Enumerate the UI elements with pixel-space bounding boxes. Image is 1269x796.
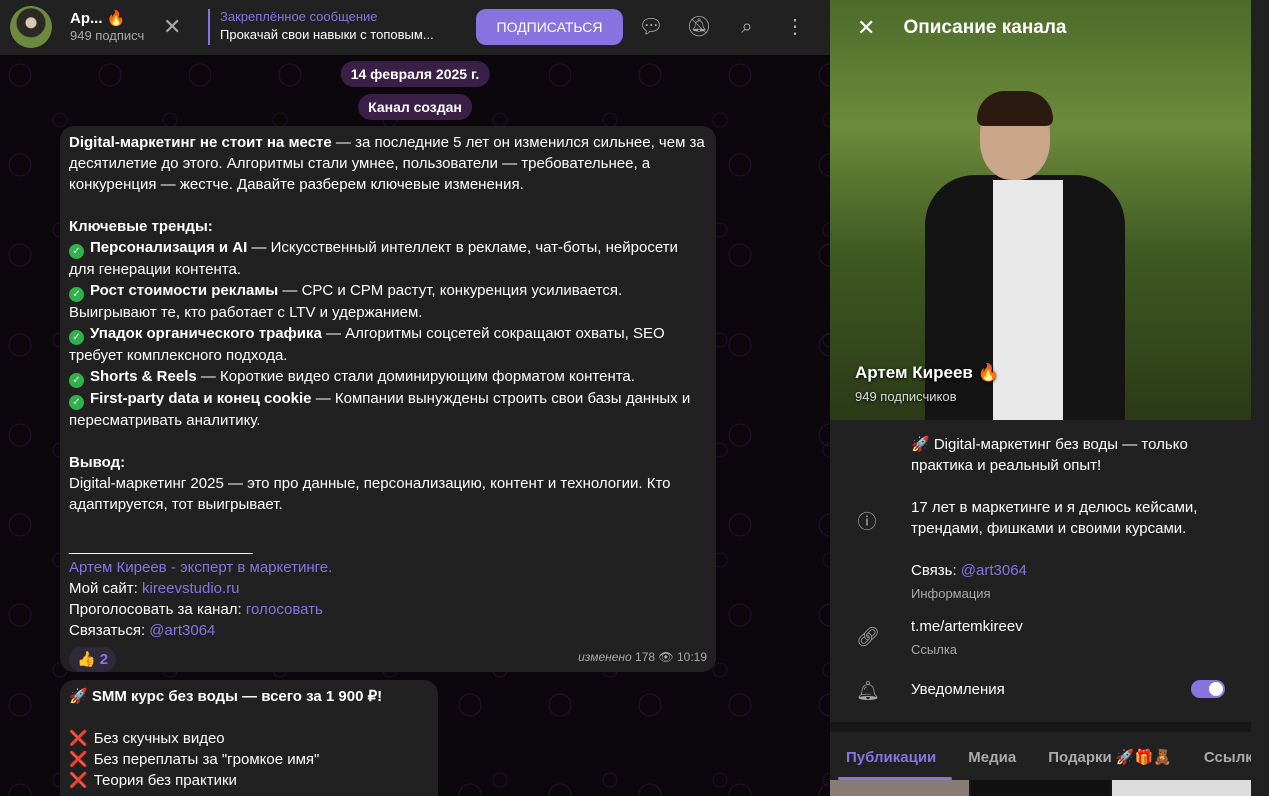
- author-link[interactable]: Артем Киреев - эксперт в маркетинге.: [69, 559, 332, 576]
- search-icon[interactable]: ⌕: [734, 14, 760, 40]
- cross-icon: ❌: [69, 751, 88, 768]
- message-bubble: Digital-маркетинг не стоит на месте — за…: [60, 126, 716, 672]
- pinned-message[interactable]: Закреплённое сообщение Прокачай свои нав…: [208, 9, 434, 45]
- tab-links[interactable]: Ссылки: [1188, 732, 1251, 780]
- channel-photo[interactable]: Артем Киреев 🔥 949 подписчиков: [830, 0, 1251, 420]
- bell-icon: 🔔︎: [856, 681, 881, 702]
- cross-icon: ❌: [69, 772, 88, 789]
- vote-link[interactable]: голосовать: [246, 601, 323, 618]
- media-thumb[interactable]: [1112, 780, 1251, 796]
- service-message: Канал создан: [358, 94, 472, 120]
- comments-icon[interactable]: 💬︎: [638, 14, 664, 40]
- date-pill: 14 февраля 2025 г.: [340, 61, 490, 87]
- media-tabs: Публикации Медиа Подарки 🚀🎁🧸 Ссылки: [830, 732, 1251, 780]
- channel-name[interactable]: Ар... 🔥: [70, 9, 125, 27]
- media-thumb[interactable]: [971, 780, 1110, 796]
- more-icon[interactable]: ⋮: [782, 14, 808, 40]
- bell-off-icon[interactable]: 🔕︎: [686, 14, 712, 40]
- info-icon: ⓘ: [857, 512, 877, 533]
- tab-publications[interactable]: Публикации: [830, 732, 953, 780]
- link-icon: 🔗︎: [856, 627, 881, 648]
- tab-gifts[interactable]: Подарки 🚀🎁🧸: [1032, 732, 1188, 780]
- eye-icon: 👁︎: [658, 650, 674, 664]
- check-icon: ✓: [69, 287, 84, 302]
- cross-icon: ❌: [69, 730, 88, 747]
- avatar[interactable]: [10, 6, 52, 48]
- subscriber-count: 949 подписч: [70, 28, 145, 43]
- trend-item: ✓ Рост стоимости рекламы — CPC и CPM раст…: [69, 282, 623, 321]
- channel-info-panel: Артем Киреев 🔥 949 подписчиков ✕ Описани…: [830, 0, 1251, 796]
- panel-title: Описание канала: [903, 16, 1067, 38]
- channel-link[interactable]: t.me/artemkireev: [911, 616, 1023, 637]
- contact-link[interactable]: @art3064: [961, 562, 1027, 579]
- chat-area: Ар... 🔥 949 подписч ✕ Закреплённое сообщ…: [0, 0, 830, 796]
- subscribe-button[interactable]: ПОДПИСАТЬСЯ: [476, 9, 623, 45]
- close-icon[interactable]: ✕: [857, 15, 875, 41]
- channel-title: Артем Киреев 🔥: [855, 363, 999, 382]
- trend-item: ✓ Shorts & Reels — Короткие видео стали д…: [69, 366, 707, 388]
- media-thumb[interactable]: [830, 780, 969, 796]
- chat-header: Ар... 🔥 949 подписч ✕ Закреплённое сообщ…: [0, 0, 830, 55]
- trend-item: ✓ Персонализация и AI — Искусственный инт…: [69, 239, 678, 278]
- message-meta: изменено 178 👁︎ 10:19: [578, 650, 707, 664]
- check-icon: ✓: [69, 395, 84, 410]
- trend-item: ✓ Упадок органического трафика — Алгоритм…: [69, 325, 665, 364]
- close-icon[interactable]: ✕: [163, 14, 181, 40]
- channel-info: 🚀 Digital-маркетинг без воды — только пр…: [830, 420, 1251, 722]
- site-link[interactable]: kireevstudio.ru: [142, 580, 240, 597]
- trend-item: ✓ First-party data и конец cookie — Компа…: [69, 390, 691, 429]
- subscriber-count: 949 подписчиков: [855, 389, 957, 404]
- contact-link[interactable]: @art3064: [149, 622, 215, 639]
- check-icon: ✓: [69, 373, 84, 388]
- media-grid: [830, 780, 1251, 796]
- reaction-thumbs-up[interactable]: 👍 2: [69, 647, 117, 672]
- tab-media[interactable]: Медиа: [952, 732, 1032, 780]
- message-bubble: 🚀 SMM курс без воды — всего за 1 900 ₽! …: [60, 680, 438, 796]
- check-icon: ✓: [69, 244, 84, 259]
- notifications-toggle[interactable]: [1191, 680, 1225, 698]
- check-icon: ✓: [69, 330, 84, 345]
- scrollbar[interactable]: [1251, 0, 1269, 796]
